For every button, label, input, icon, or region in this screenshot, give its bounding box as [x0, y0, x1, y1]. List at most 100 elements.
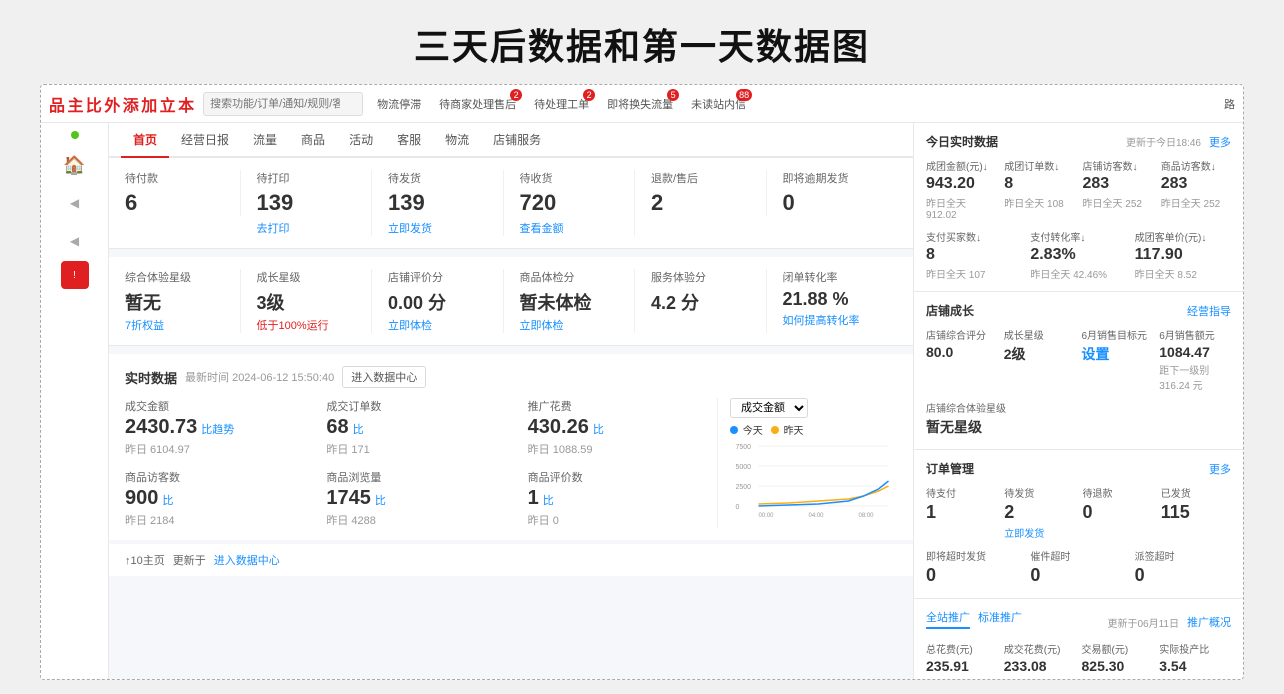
nav-item-traffic[interactable]: 即将换失流量 5 [599, 85, 681, 123]
right-panel: 今日实时数据 更新于今日18:46 更多 成团金额(元)↓ 943.20 昨日全… [913, 123, 1243, 679]
metric-reviews-link[interactable]: 比 [543, 492, 554, 508]
today-metric-4-value: 8 [926, 246, 1022, 264]
growth-2-value[interactable]: 设置 [1082, 344, 1154, 364]
line-chart: 7500 5000 2500 0 00:00 [730, 441, 897, 521]
growth-item-0: 店铺综合评分 80.0 [926, 327, 998, 392]
badge-traffic: 5 [667, 89, 679, 101]
metric-promo-label: 推广花费 [528, 398, 717, 414]
order-item-6: 派签超时 0 [1135, 548, 1231, 588]
svg-text:08:00: 08:00 [859, 513, 875, 519]
metric-sales: 成交金额 2430.73 比趋势 昨日 6104.97 [125, 398, 314, 457]
stat-pending-receive-value: 720 [520, 190, 619, 216]
today-more[interactable]: 更多 [1209, 134, 1231, 150]
rating-shop-score-link[interactable]: 立即体检 [388, 317, 487, 333]
stat-pending-print-link[interactable]: 去打印 [257, 220, 356, 236]
bottom-link[interactable]: 进入数据中心 [214, 552, 280, 568]
rating-growth-sub: 低于100%运行 [257, 317, 356, 333]
sidebar-icon-expand2[interactable]: ◀ [57, 223, 93, 259]
metric-visitors-value: 900 [125, 487, 158, 510]
enter-data-center-btn[interactable]: 进入数据中心 [342, 366, 426, 388]
metric-visitors-compare: 昨日 2184 [125, 512, 314, 528]
tab-home[interactable]: 首页 [121, 123, 169, 158]
stat-pending-receive-link[interactable]: 查看金额 [520, 220, 619, 236]
growth-3-value: 1084.47 [1159, 344, 1231, 360]
metric-sales-link[interactable]: 比趋势 [201, 421, 234, 437]
stat-pending-pay-value: 6 [125, 190, 224, 216]
svg-text:2500: 2500 [736, 484, 752, 491]
promo-link[interactable]: 推广概况 [1187, 614, 1231, 630]
promo-tab-all[interactable]: 全站推广 [926, 609, 970, 629]
promo-0-label: 总花费(元) [926, 641, 998, 656]
today-time: 更新于今日18:46 [1126, 134, 1201, 149]
tab-service[interactable]: 客服 [385, 123, 433, 158]
today-metric-2-compare: 昨日全天 252 [1083, 195, 1153, 210]
tab-goods[interactable]: 商品 [289, 123, 337, 158]
sidebar-icon-home[interactable]: 🏠 [57, 147, 93, 183]
growth-item-1: 成长星级 2级 [1004, 327, 1076, 392]
today-metric-5: 支付转化率↓ 2.83% 昨日全天 42.46% [1030, 229, 1126, 281]
legend-today-dot [730, 426, 738, 434]
sidebar-red-icon[interactable]: ! [61, 261, 89, 289]
order-1-link[interactable]: 立即发货 [1004, 525, 1074, 540]
metric-visitors-label: 商品访客数 [125, 469, 314, 485]
nav-item-logistics[interactable]: 物流停滞 [369, 85, 429, 123]
nav-items: 物流停滞 待商家处理售后 2 待处理工单 2 即将换失流量 5 未读站内信 88 [369, 85, 1218, 123]
order-more[interactable]: 更多 [1209, 461, 1231, 477]
rating-overall-value: 暂无 [125, 289, 224, 315]
top-nav: 品 主 比 外 添 加 立 本 物流停滞 待商家处理售后 2 待处理工单 2 即… [41, 85, 1243, 123]
tab-activity[interactable]: 活动 [337, 123, 385, 158]
title-bar: 三天后数据和第一天数据图 [0, 0, 1284, 84]
nav-right[interactable]: 路 [1224, 96, 1235, 112]
tab-traffic[interactable]: 流量 [241, 123, 289, 158]
metric-promo-value: 430.26 [528, 416, 589, 439]
tab-daily[interactable]: 经营日报 [169, 123, 241, 158]
metric-promo-link[interactable]: 比 [593, 421, 604, 437]
today-header: 今日实时数据 更新于今日18:46 更多 [926, 133, 1231, 150]
order-6-label: 派签超时 [1135, 548, 1231, 563]
app-frame: 品 主 比 外 添 加 立 本 物流停滞 待商家处理售后 2 待处理工单 2 即… [40, 84, 1244, 680]
bottom-section: ↑10主页 更新于 进入数据中心 [109, 544, 913, 576]
status-dot [71, 131, 79, 139]
growth-header: 店铺成长 经营指导 [926, 302, 1231, 319]
metric-views: 商品浏览量 1745 比 昨日 4288 [326, 469, 515, 528]
stat-pending-receive-label: 待收货 [520, 170, 619, 186]
tab-store[interactable]: 店铺服务 [481, 123, 553, 158]
nav-item-workorder[interactable]: 待处理工单 2 [526, 85, 597, 123]
metric-visitors-link[interactable]: 比 [162, 492, 173, 508]
metric-orders: 成交订单数 68 比 昨日 171 [326, 398, 515, 457]
stat-pending-print-value: 139 [257, 190, 356, 216]
search-input[interactable] [210, 98, 340, 110]
stat-overdue-label: 即将逾期发货 [783, 170, 882, 186]
nav-item-message[interactable]: 未读站内信 88 [683, 85, 754, 123]
today-metric-5-value: 2.83% [1030, 246, 1126, 264]
order-2-label: 待退款 [1083, 485, 1153, 500]
metric-views-compare: 昨日 4288 [326, 512, 515, 528]
stat-pending-pay: 待付款 6 [125, 170, 241, 216]
promo-tab-standard[interactable]: 标准推广 [978, 609, 1022, 629]
metric-orders-link[interactable]: 比 [353, 421, 364, 437]
growth-link[interactable]: 经营指导 [1187, 303, 1231, 319]
stat-pending-ship-link[interactable]: 立即发货 [388, 220, 487, 236]
metric-views-link[interactable]: 比 [375, 492, 386, 508]
left-sidebar: 🏠 ◀ ◀ ! [41, 123, 109, 679]
order-1-value: 2 [1004, 502, 1074, 523]
tab-logistics[interactable]: 物流 [433, 123, 481, 158]
order-0-value: 1 [926, 502, 996, 523]
chart-area: 成交金额 今天 昨天 [717, 398, 897, 528]
rating-conversion-link[interactable]: 如何提高转化率 [783, 312, 882, 328]
badge-aftersale: 2 [510, 89, 522, 101]
growth-grid: 店铺综合评分 80.0 成长星级 2级 6月销售目标元 设置 6月销售额元 [926, 327, 1231, 392]
today-metric-3: 商品访客数↓ 283 昨日全天 252 [1161, 158, 1231, 221]
chart-select[interactable]: 成交金额 [730, 398, 808, 418]
order-6-value: 0 [1135, 565, 1231, 586]
sidebar-icon-expand1[interactable]: ◀ [57, 185, 93, 221]
order-0-label: 待支付 [926, 485, 996, 500]
svg-text:00:00: 00:00 [759, 513, 775, 519]
rating-product-score-link[interactable]: 立即体检 [520, 317, 619, 333]
promo-2-value: 825.30 [1082, 658, 1154, 674]
search-box[interactable] [203, 92, 363, 116]
today-metric-2: 店铺访客数↓ 283 昨日全天 252 [1083, 158, 1153, 221]
store-rating-area: 店铺综合体验星级 暂无星级 [926, 400, 1231, 437]
nav-item-aftersale[interactable]: 待商家处理售后 2 [431, 85, 524, 123]
rating-overall-link[interactable]: 7折权益 [125, 317, 224, 333]
